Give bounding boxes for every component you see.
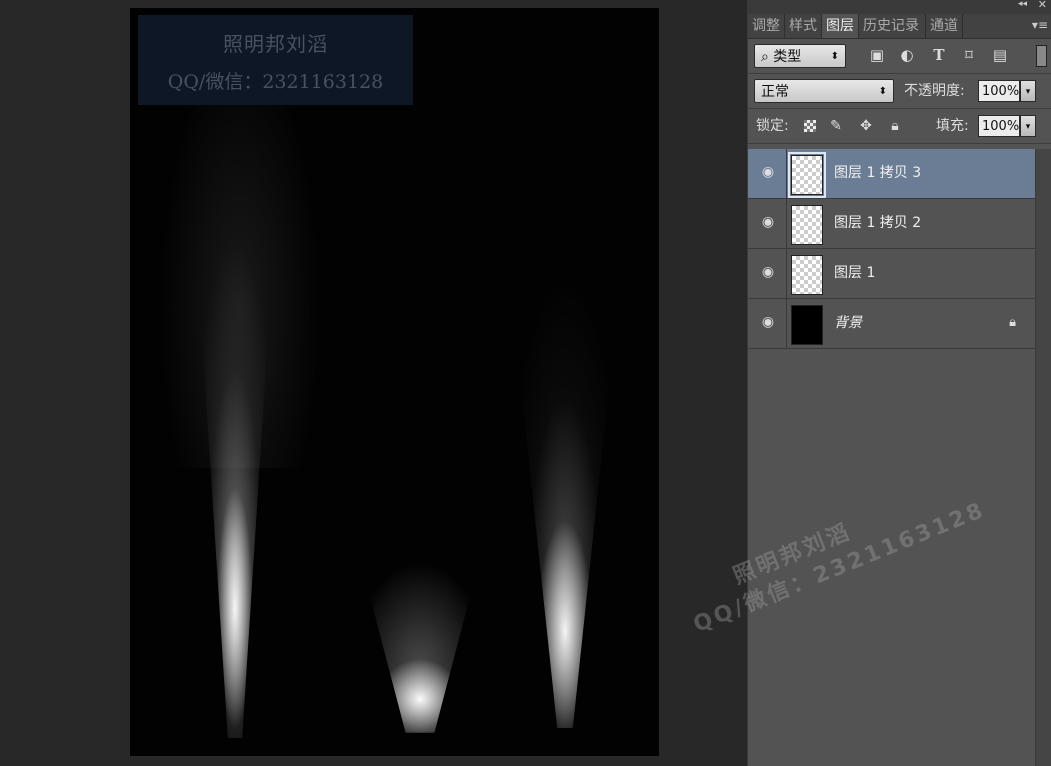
- layer-name[interactable]: 图层 1: [834, 249, 875, 298]
- layer-row-background[interactable]: ◉ 背景 🔒︎: [748, 299, 1036, 349]
- light-beam-middle: [339, 478, 501, 733]
- panel-tabs: 调整 样式 图层 历史记录 通道 ▾≡: [748, 14, 1051, 39]
- adjustment-layer-filter-icon[interactable]: ◐: [898, 46, 916, 64]
- pixel-layer-filter-icon[interactable]: ▣: [868, 46, 886, 64]
- opacity-label: 不透明度:: [904, 83, 965, 99]
- dropdown-arrow-icon: ⬍: [830, 51, 839, 62]
- fill-input[interactable]: 100%: [978, 115, 1020, 137]
- layer-thumbnail: [791, 255, 823, 295]
- layer-thumbnail: [791, 205, 823, 245]
- fill-label: 填充:: [936, 118, 969, 134]
- eye-icon: ◉: [761, 214, 775, 230]
- layer-name[interactable]: 图层 1 拷贝 2: [834, 199, 921, 248]
- layer-thumbnail: [791, 305, 823, 345]
- layer-filter-dropdown[interactable]: ⌕ 类型 ⬍: [754, 44, 846, 68]
- lock-icon: 🔒︎: [1009, 315, 1016, 330]
- light-beam-right: [500, 188, 630, 728]
- fill-slider-button[interactable]: ▾: [1020, 115, 1036, 137]
- close-icon[interactable]: ✕: [1038, 0, 1047, 11]
- shape-layer-filter-icon[interactable]: ⌑: [960, 46, 978, 64]
- eye-icon: ◉: [761, 314, 775, 330]
- lock-transparent-pixels-icon[interactable]: [804, 120, 816, 132]
- blend-mode-dropdown[interactable]: 正常 ⬍: [754, 79, 894, 103]
- eye-icon: ◉: [761, 264, 775, 280]
- visibility-toggle[interactable]: ◉: [748, 149, 787, 198]
- layer-name[interactable]: 图层 1 拷贝 3: [834, 149, 921, 198]
- filter-type-label: 类型: [773, 49, 802, 65]
- visibility-toggle[interactable]: ◉: [748, 299, 787, 348]
- tab-history[interactable]: 历史记录: [859, 14, 926, 38]
- eye-icon: ◉: [761, 164, 775, 180]
- layer-row[interactable]: ◉ 图层 1 拷贝 3: [748, 149, 1036, 199]
- blend-row: 正常 ⬍ 不透明度: 100% ▾: [748, 74, 1051, 109]
- canvas-watermark-name: 照明邦刘滔: [223, 32, 328, 56]
- panel-menu-icon[interactable]: ▾≡: [1032, 14, 1048, 36]
- canvas-watermark-box: 照明邦刘滔 QQ/微信：2321163128: [138, 15, 413, 105]
- blend-mode-value: 正常: [761, 84, 789, 100]
- canvas-watermark-contact: QQ/微信：2321163128: [167, 71, 384, 93]
- smart-object-filter-icon[interactable]: ▤: [991, 46, 1009, 64]
- lock-label: 锁定:: [756, 118, 789, 134]
- visibility-toggle[interactable]: ◉: [748, 249, 787, 298]
- layers-panel: ◂◂ ✕ 调整 样式 图层 历史记录 通道 ▾≡ ⌕ 类型 ⬍ ▣ ◐ T ⌑ …: [747, 0, 1051, 766]
- tab-adjustments[interactable]: 调整: [748, 14, 785, 38]
- document-workspace: 照明邦刘滔 QQ/微信：2321163128: [0, 0, 747, 766]
- layer-name[interactable]: 背景: [834, 299, 862, 348]
- filter-toggle-switch[interactable]: [1036, 45, 1047, 67]
- opacity-slider-button[interactable]: ▾: [1020, 80, 1036, 102]
- lock-position-icon[interactable]: ✥: [858, 118, 874, 134]
- layer-row[interactable]: ◉ 图层 1 拷贝 2: [748, 199, 1036, 249]
- visibility-toggle[interactable]: ◉: [748, 199, 787, 248]
- lock-row: 锁定: ✎ ✥ 🔒︎ 填充: 100% ▾: [748, 109, 1051, 144]
- layer-list-scrollbar[interactable]: [1035, 149, 1051, 766]
- type-layer-filter-icon[interactable]: T: [930, 46, 948, 64]
- layer-list: ◉ 图层 1 拷贝 3 ◉ 图层 1 拷贝 2 ◉ 图层 1 ◉ 背景 🔒︎: [748, 149, 1036, 349]
- tab-layers[interactable]: 图层: [822, 14, 859, 38]
- filter-row: ⌕ 类型 ⬍ ▣ ◐ T ⌑ ▤: [748, 39, 1051, 74]
- layer-thumbnail: [788, 152, 826, 198]
- opacity-input[interactable]: 100%: [978, 80, 1020, 102]
- lock-all-icon[interactable]: 🔒︎: [887, 118, 903, 134]
- lock-image-pixels-icon[interactable]: ✎: [828, 118, 844, 134]
- tab-channels[interactable]: 通道: [926, 14, 963, 38]
- collapse-panels-icon[interactable]: ◂◂: [1018, 0, 1027, 9]
- panel-title-bar: ◂◂ ✕: [748, 0, 1051, 14]
- dropdown-arrow-icon: ⬍: [878, 86, 887, 97]
- search-icon: ⌕: [761, 49, 769, 65]
- image-canvas[interactable]: 照明邦刘滔 QQ/微信：2321163128: [130, 8, 659, 756]
- layer-row[interactable]: ◉ 图层 1: [748, 249, 1036, 299]
- tab-styles[interactable]: 样式: [785, 14, 822, 38]
